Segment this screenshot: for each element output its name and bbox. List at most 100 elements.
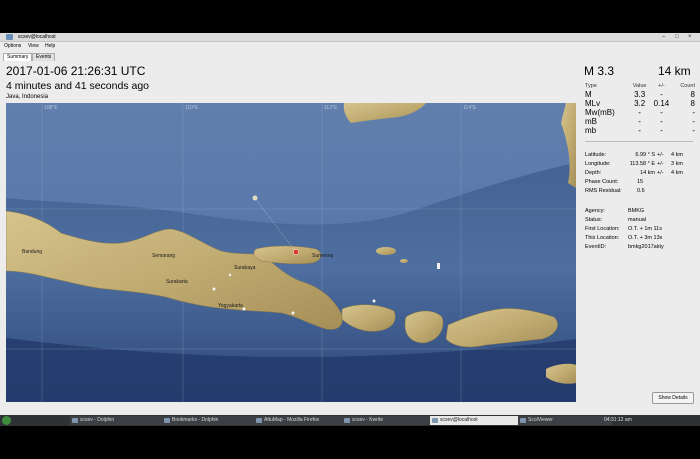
this-location-label: This Location: (585, 235, 620, 241)
event-id-value: bmkg2017akty (628, 244, 664, 250)
magnitude-table-header: Type Value +/- Count (585, 83, 695, 90)
madura-land (253, 245, 322, 265)
col-unc: +/- (658, 83, 665, 89)
mag-count: 8 (690, 99, 695, 108)
table-row: MLv 3.2 0.14 8 (585, 99, 695, 108)
depth-pm: +/- (657, 170, 664, 176)
minimize-button[interactable]: – (662, 33, 665, 41)
table-row: M 3.3 - 8 (585, 90, 695, 99)
mag-value: - (638, 126, 641, 135)
magnitude-table: Type Value +/- Count M 3.3 - 8 MLv 3.2 0… (585, 83, 695, 135)
mag-count: - (692, 117, 695, 126)
tab-summary[interactable]: Summary (3, 53, 33, 61)
mag-unc: - (660, 90, 663, 99)
latitude-label: Latitude: (585, 152, 607, 158)
depth-row: Depth: 14 km +/- 4 km (585, 169, 695, 178)
longitude-unc: 3 km (671, 161, 683, 167)
mag-value: - (638, 117, 641, 126)
latitude-row: Latitude: 6.99 ° S +/- 4 km (585, 151, 695, 160)
event-id-row: EventID: bmkg2017akty (585, 243, 695, 252)
menu-help[interactable]: Help (45, 42, 55, 51)
taskbar-item[interactable]: AttuMap - Mozilla Firefox (254, 416, 348, 425)
maximize-button[interactable]: □ (675, 33, 679, 41)
event-details: Agency: BMKG Status: manual First Locati… (585, 207, 695, 252)
phase-count-value: 15 (637, 179, 644, 185)
tab-bar: Summary Events (0, 52, 700, 61)
taskbar-item[interactable]: scsev - Dolphin (70, 416, 168, 425)
mag-unc: - (660, 117, 663, 126)
taskbar-item[interactable]: Bookmarks - Dolphin (162, 416, 260, 425)
event-time-ago: 4 minutes and 41 seconds ago (6, 80, 150, 92)
first-location-label: First Location: (585, 226, 620, 232)
mag-value: 3.2 (634, 99, 646, 108)
grid-label-114: 114°E (463, 105, 477, 111)
latitude-pm: +/- (657, 152, 664, 158)
city-bandung: Bandung (22, 249, 42, 255)
menu-view[interactable]: View (28, 42, 39, 51)
tab-events[interactable]: Events (32, 53, 56, 61)
grid-label-112: 112°E (324, 105, 338, 111)
mag-count: 8 (690, 90, 695, 99)
city-surakarta: Surakarta (166, 279, 188, 285)
event-datetime: 2017-01-06 21:26:31 UTC (6, 64, 146, 78)
app-icon (6, 34, 13, 40)
grid-label-108: 108°E (44, 105, 58, 111)
small-island (400, 259, 408, 263)
agency-row: Agency: BMKG (585, 207, 695, 216)
start-menu-icon[interactable] (2, 416, 11, 425)
close-button[interactable]: × (688, 33, 692, 41)
city-surabaya: Surabaya (234, 265, 256, 271)
mag-type: mb (585, 126, 597, 135)
first-location-value: O.T. + 1m 11s (628, 226, 662, 232)
city-yogyakarta: Yogyakarta (218, 303, 243, 309)
col-value: Value (632, 83, 647, 89)
taskbar-clock[interactable]: 04:31:12 am (604, 416, 632, 425)
longitude-row: Longitude: 113.58 ° E +/- 3 km (585, 160, 695, 169)
menu-options[interactable]: Options (4, 42, 21, 51)
table-row: mB - - - (585, 117, 695, 126)
city-semarang: Semarang (152, 253, 175, 259)
event-id-label: EventID: (585, 244, 607, 250)
rms-value: 0.6 (637, 188, 645, 194)
mag-unc: 0.14 (653, 99, 670, 108)
latitude-unc: 4 km (671, 152, 683, 158)
rms-row: RMS Residual: 0.6 (585, 187, 695, 196)
mag-type: mB (585, 117, 597, 126)
menu-bar: Options View Help (0, 42, 700, 51)
station-marker (437, 263, 440, 269)
mag-count: - (692, 108, 695, 117)
longitude-value: 113.58 ° E (629, 161, 655, 167)
mag-value: 3.3 (634, 90, 646, 99)
event-region: Java, Indonesia (6, 94, 49, 100)
city-sumenep: Sumenep (312, 253, 334, 259)
taskbar-item-active[interactable]: scsev@localhost (430, 416, 524, 425)
table-row: Mw(mB) - - - (585, 108, 695, 117)
event-map[interactable]: 108°E 110°E 112°E 114°E Semarang Surabay… (6, 103, 576, 402)
depth-value: 14 km (640, 170, 655, 176)
mag-type: MLv (585, 99, 601, 108)
show-details-button[interactable]: Show Details (652, 392, 694, 404)
origin-info: Latitude: 6.99 ° S +/- 4 km Longitude: 1… (585, 151, 695, 196)
status-label: Status: (585, 217, 603, 223)
taskbar-item[interactable]: ScolViewer (518, 416, 612, 425)
latitude-value: 6.99 ° S (635, 152, 655, 158)
kangean-island (376, 247, 396, 255)
status-value: manual (628, 217, 647, 223)
first-location-row: First Location: O.T. + 1m 11s (585, 225, 695, 234)
grid-label-110: 110°E (185, 105, 199, 111)
this-location-row: This Location: O.T. + 3m 13s (585, 234, 695, 243)
agency-label: Agency: (585, 208, 605, 214)
taskbar-item[interactable]: scsev - Kwrite (342, 416, 436, 425)
status-row: Status: manual (585, 216, 695, 225)
depth-heading: 14 km (658, 64, 691, 78)
longitude-label: Longitude: (585, 161, 611, 167)
window-title: scsev@localhost (18, 34, 56, 40)
epicenter-marker[interactable] (293, 249, 299, 255)
mag-type: M (585, 90, 592, 99)
depth-unc: 4 km (671, 170, 683, 176)
phase-count-label: Phase Count: (585, 179, 619, 185)
longitude-pm: +/- (657, 161, 664, 167)
col-count: Count (680, 83, 695, 89)
mag-value: - (638, 108, 641, 117)
mag-unc: - (660, 126, 663, 135)
